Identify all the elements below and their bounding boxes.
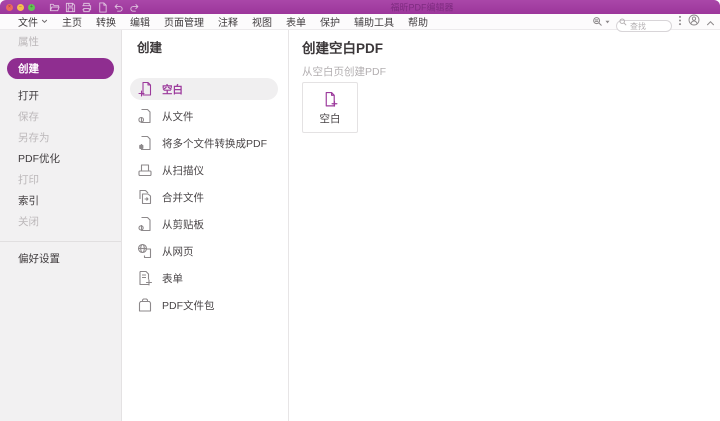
sidebar-divider — [0, 241, 121, 242]
create-panel: 创建 空白 从文件 将多个文件转换成PDF 从扫描仪 合并文件 从剪贴板 从网页… — [122, 30, 289, 421]
create-item-label: 从文件 — [162, 110, 194, 123]
form-icon — [137, 270, 153, 286]
from-file-icon — [137, 108, 153, 124]
search-box — [616, 16, 672, 32]
create-item-label: 从扫描仪 — [162, 164, 204, 177]
clipboard-icon — [137, 216, 153, 232]
save-icon[interactable] — [65, 2, 76, 13]
menubar-right-controls — [592, 13, 715, 32]
menu-view[interactable]: 视图 — [245, 14, 279, 29]
more-options-icon[interactable] — [678, 13, 682, 31]
menu-help[interactable]: 帮助 — [401, 14, 435, 29]
app-window: × − + 福昕PDF编辑器 文件 主页 转换 编辑 页面管理 注释 视图 表单… — [0, 0, 720, 421]
account-icon[interactable] — [688, 13, 700, 31]
create-item-label: 合并文件 — [162, 191, 204, 204]
close-window-button[interactable]: × — [6, 3, 13, 11]
menu-edit[interactable]: 编辑 — [123, 14, 157, 29]
sidebar-item-save: 保存 — [18, 111, 39, 123]
blank-page-icon — [325, 91, 337, 107]
menu-comment[interactable]: 注释 — [211, 14, 245, 29]
search-icon — [619, 17, 627, 25]
combine-files-icon — [137, 189, 153, 205]
caret-down-icon — [605, 20, 610, 23]
content-title: 创建空白PDF — [302, 41, 383, 56]
create-item-form[interactable]: 表单 — [130, 267, 278, 289]
sidebar-item-print: 打印 — [18, 174, 39, 186]
menu-convert[interactable]: 转换 — [89, 14, 123, 29]
create-item-label: 从网页 — [162, 245, 194, 258]
sidebar-item-create[interactable]: 创建 — [7, 58, 114, 79]
create-item-blank[interactable]: 空白 — [130, 78, 278, 100]
menu-home[interactable]: 主页 — [55, 14, 89, 29]
sidebar-item-save-as: 另存为 — [18, 132, 50, 144]
sidebar-item-index[interactable]: 索引 — [0, 190, 121, 211]
create-item-from-file[interactable]: 从文件 — [130, 105, 278, 127]
create-panel-title: 创建 — [137, 41, 163, 55]
sidebar-item-pdf-optimize[interactable]: PDF优化 — [0, 148, 121, 169]
open-folder-icon[interactable] — [49, 2, 60, 13]
new-document-icon[interactable] — [97, 1, 108, 13]
create-item-label: PDF文件包 — [162, 299, 215, 312]
sidebar-item-open[interactable]: 打开 — [0, 85, 121, 106]
create-item-label: 将多个文件转换成PDF — [162, 137, 267, 150]
create-item-label: 从剪贴板 — [162, 218, 204, 231]
collapse-ribbon-icon[interactable] — [706, 13, 715, 31]
create-item-from-clipboard[interactable]: 从剪贴板 — [130, 213, 278, 235]
create-item-multiple-files[interactable]: 将多个文件转换成PDF — [130, 132, 278, 154]
print-icon[interactable] — [81, 2, 92, 13]
traffic-lights: × − + — [6, 3, 35, 11]
webpage-icon — [137, 243, 153, 259]
minimize-window-button[interactable]: − — [17, 3, 24, 11]
menu-form[interactable]: 表单 — [279, 14, 313, 29]
create-item-from-webpage[interactable]: 从网页 — [130, 240, 278, 262]
sidebar-item-properties: 属性 — [18, 36, 39, 48]
blank-page-icon — [137, 81, 153, 97]
quick-access-toolbar — [49, 1, 140, 13]
portfolio-icon — [137, 297, 153, 313]
zoom-window-button[interactable]: + — [28, 3, 35, 11]
search-tools-icon[interactable] — [592, 16, 610, 28]
create-item-combine-files[interactable]: 合并文件 — [130, 186, 278, 208]
blank-pdf-card[interactable]: 空白 — [302, 82, 358, 133]
menu-protect[interactable]: 保护 — [313, 14, 347, 29]
redo-icon[interactable] — [129, 2, 140, 13]
chevron-down-icon — [41, 19, 48, 24]
menubar: 文件 主页 转换 编辑 页面管理 注释 视图 表单 保护 辅助工具 帮助 — [0, 13, 720, 32]
create-item-from-scanner[interactable]: 从扫描仪 — [130, 159, 278, 181]
sidebar-item-close: 关闭 — [18, 216, 39, 228]
window-title: 福昕PDF编辑器 — [390, 2, 454, 13]
create-blank-pdf-section: 创建空白PDF 从空白页创建PDF 空白 — [289, 30, 720, 421]
menu-accessibility-tools[interactable]: 辅助工具 — [347, 14, 401, 29]
multiple-files-icon — [137, 135, 153, 151]
create-options-list: 空白 从文件 将多个文件转换成PDF 从扫描仪 合并文件 从剪贴板 从网页 表单… — [122, 78, 288, 316]
blank-card-label: 空白 — [319, 112, 341, 125]
create-item-label: 表单 — [162, 272, 183, 285]
scanner-icon — [137, 162, 153, 178]
menu-file[interactable]: 文件 — [11, 14, 55, 29]
menu-page-management[interactable]: 页面管理 — [157, 14, 211, 29]
backstage-view: 属性 创建 打开 保存 另存为 PDF优化 打印 索引 关闭 偏好设置 创建 空… — [0, 30, 720, 421]
titlebar: × − + 福昕PDF编辑器 — [0, 0, 720, 14]
backstage-sidebar: 属性 创建 打开 保存 另存为 PDF优化 打印 索引 关闭 偏好设置 — [0, 30, 122, 421]
sidebar-item-preferences[interactable]: 偏好设置 — [0, 248, 121, 269]
create-item-pdf-portfolio[interactable]: PDF文件包 — [130, 294, 278, 316]
content-subtitle: 从空白页创建PDF — [302, 66, 386, 78]
create-item-label: 空白 — [162, 83, 183, 96]
undo-icon[interactable] — [113, 2, 124, 13]
